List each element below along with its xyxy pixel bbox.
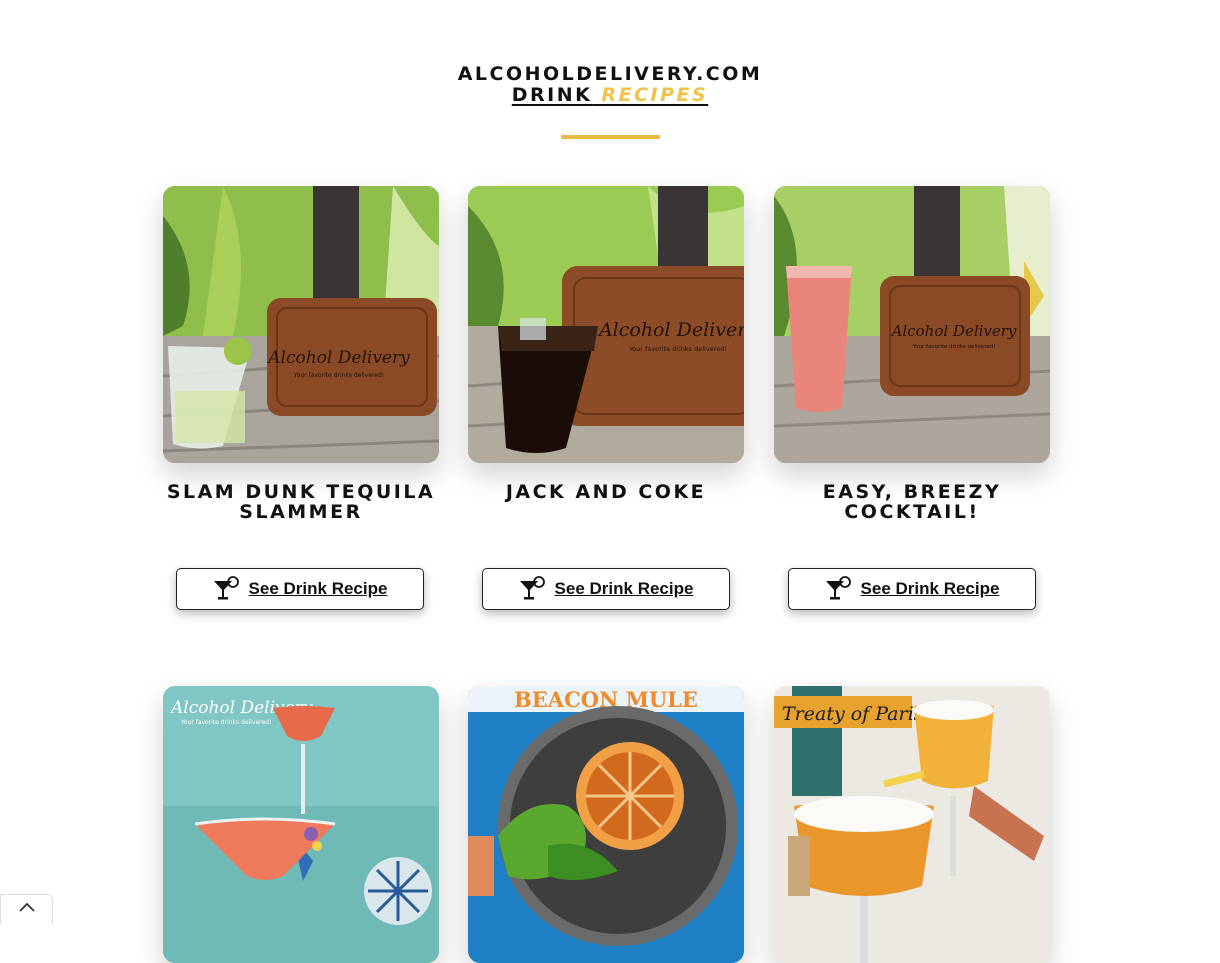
card-1-tagline: Your favorite drinks delivered! bbox=[293, 372, 384, 379]
see-drink-recipe-button-1[interactable]: See Drink Recipe bbox=[176, 568, 424, 610]
page-heading: ALCOHOLDELIVERY.COM DRINK RECIPES bbox=[0, 64, 1220, 106]
recipe-card-image-1[interactable]: Alcohol Delivery Your favorite drinks de… bbox=[163, 186, 439, 463]
see-drink-recipe-label: See Drink Recipe bbox=[248, 579, 388, 598]
card-6-image-text: Treaty of Paris bbox=[782, 703, 924, 725]
see-drink-recipe-button-3[interactable]: See Drink Recipe bbox=[788, 568, 1036, 610]
card-1-wordmark: Alcohol Delivery bbox=[266, 348, 410, 368]
recipe-card-image-5[interactable]: BEACON MULE bbox=[468, 686, 744, 963]
heading-divider bbox=[561, 135, 660, 139]
recipe-card-image-6[interactable]: Treaty of Paris bbox=[774, 686, 1050, 963]
recipe-card-image-3[interactable]: Alcohol Delivery Your favorite drinks de… bbox=[774, 186, 1050, 463]
card-2-tagline: Your favorite drinks delivered! bbox=[628, 345, 727, 353]
card-3-wordmark: Alcohol Delivery bbox=[890, 322, 1017, 340]
see-drink-recipe-label: See Drink Recipe bbox=[554, 579, 694, 598]
recipe-title-1: SLAM DUNK TEQUILA SLAMMER bbox=[166, 481, 436, 523]
recipe-title-2: JACK AND COKE bbox=[505, 481, 707, 503]
heading-subtitle[interactable]: DRINK RECIPES bbox=[0, 85, 1220, 106]
cocktail-glass-icon bbox=[519, 576, 545, 600]
chevron-up-icon bbox=[18, 902, 35, 912]
see-drink-recipe-button-2[interactable]: See Drink Recipe bbox=[482, 568, 730, 610]
card-2-wordmark: Alcohol Delivery bbox=[597, 319, 744, 341]
recipe-card-image-2[interactable]: Alcohol Delivery Your favorite drinks de… bbox=[468, 186, 744, 463]
cocktail-glass-icon bbox=[825, 576, 851, 600]
heading-prefix: DRINK bbox=[511, 84, 593, 106]
card-3-tagline: Your favorite drinks delivered! bbox=[912, 344, 996, 350]
recipe-title-3: EASY, BREEZY COCKTAIL! bbox=[822, 481, 1002, 523]
see-drink-recipe-label: See Drink Recipe bbox=[860, 579, 1000, 598]
cocktail-glass-icon bbox=[213, 576, 239, 600]
card-4-tagline: Your favorite drinks delivered! bbox=[180, 719, 271, 726]
recipe-card-image-4[interactable]: Alcohol Delivery Your favorite drinks de… bbox=[163, 686, 439, 963]
heading-site-name: ALCOHOLDELIVERY.COM bbox=[457, 63, 763, 85]
heading-accent: RECIPES bbox=[601, 84, 709, 106]
